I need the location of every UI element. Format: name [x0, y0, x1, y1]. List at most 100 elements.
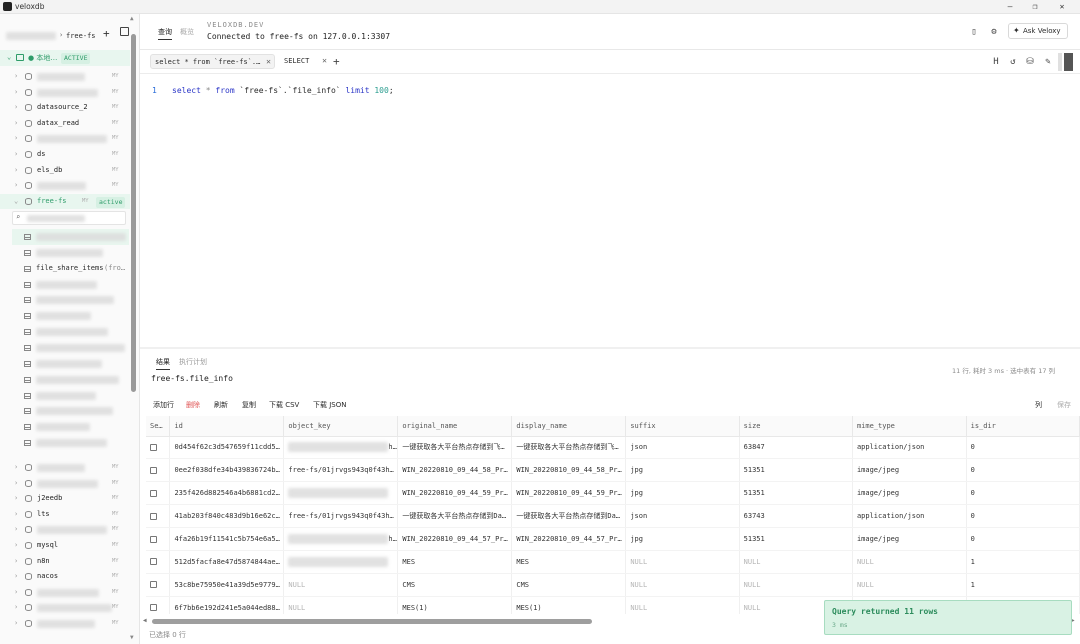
database-row[interactable]: › datax_read MY — [0, 116, 130, 132]
close-tab-icon[interactable]: ✕ — [266, 55, 271, 69]
new-tab-icon[interactable]: + — [333, 55, 340, 68]
table-cell[interactable]: MES — [511, 550, 627, 574]
table-row[interactable] — [12, 324, 129, 340]
row-checkbox[interactable] — [150, 512, 157, 520]
maximize-button[interactable]: ❐ — [1028, 1, 1042, 13]
table-cell[interactable]: 0 — [966, 436, 1080, 460]
sql-text[interactable]: select * from `free-fs`.`file_info` limi… — [172, 86, 394, 95]
table-row[interactable]: 41ab203f840c483d9b16e62c… free-fs/01jrvgs… — [146, 504, 1080, 529]
ask-veloxy-button[interactable]: ✦ Ask Veloxy — [1008, 23, 1068, 39]
table-cell[interactable] — [283, 550, 399, 574]
table-cell[interactable]: jpg — [625, 527, 740, 551]
table-cell[interactable]: WIN_20220810_09_44_57_Pr… — [397, 527, 513, 551]
database-row[interactable]: › ds MY — [0, 147, 130, 163]
table-row[interactable] — [12, 340, 129, 356]
row-select-cell[interactable] — [146, 458, 171, 483]
table-cell[interactable]: image/jpeg — [852, 527, 967, 551]
scroll-up-icon[interactable]: ▲ — [130, 15, 134, 22]
database-row[interactable]: › MY — [0, 476, 130, 492]
column-header[interactable]: suffix — [625, 416, 740, 437]
table-cell[interactable]: MES(1) — [397, 596, 513, 614]
table-cell[interactable]: 235f426d882546a4b6881cd2… — [169, 481, 285, 506]
row-checkbox[interactable] — [150, 535, 157, 543]
table-cell[interactable]: 51351 — [739, 458, 853, 483]
column-header[interactable]: size — [739, 416, 853, 437]
row-checkbox[interactable] — [150, 558, 157, 566]
table-cell[interactable]: NULL — [852, 550, 967, 574]
database-row[interactable]: › lts MY — [0, 507, 130, 523]
table-row[interactable] — [12, 356, 129, 372]
download-csv-button[interactable]: 下载 CSV — [269, 400, 299, 410]
database-icon[interactable]: ⛁ — [1024, 56, 1036, 68]
run-button[interactable] — [1064, 53, 1073, 71]
table-cell[interactable]: MES — [397, 550, 513, 574]
tab-results[interactable]: 结果 — [156, 357, 170, 370]
columns-button[interactable]: 列 — [1035, 400, 1042, 410]
table-row[interactable] — [12, 403, 129, 419]
table-cell[interactable]: 512d5facfa8e47d5874844ae… — [169, 550, 285, 574]
row-checkbox[interactable] — [150, 466, 157, 474]
row-checkbox[interactable] — [150, 489, 157, 497]
database-row[interactable]: › els_db MY — [0, 163, 130, 179]
table-cell[interactable]: free-fs/01jrvgs943q0f43h… — [283, 458, 399, 483]
table-cell[interactable]: application/json — [852, 504, 967, 529]
table-row[interactable]: 0ee2f038dfe34b439836724b… free-fs/01jrvgs… — [146, 458, 1080, 483]
column-header[interactable]: Se… — [146, 416, 171, 437]
row-select-cell[interactable] — [146, 550, 171, 574]
table-cell[interactable] — [283, 481, 399, 506]
layout-toggle-icon[interactable]: ▯ — [968, 26, 980, 38]
table-cell[interactable]: jpg — [625, 458, 740, 483]
add-row-button[interactable]: 添加行 — [153, 400, 174, 410]
table-cell[interactable]: 41ab203f840c483d9b16e62c… — [169, 504, 285, 529]
column-header[interactable]: original_name — [397, 416, 513, 437]
history-icon[interactable]: ↺ — [1007, 56, 1019, 68]
table-cell[interactable]: 6f7bb6e192d241e5a044ed88… — [169, 596, 285, 614]
database-row[interactable]: › MY — [0, 131, 130, 147]
table-cell[interactable]: NULL — [739, 550, 853, 574]
table-cell[interactable]: json — [625, 504, 740, 529]
table-cell[interactable]: 0d454f62c3d547659f11cdd5… — [169, 436, 285, 460]
database-row[interactable]: › MY — [0, 600, 130, 616]
row-select-cell[interactable] — [146, 436, 171, 460]
table-row[interactable] — [12, 419, 129, 435]
tab-query[interactable]: 查询 — [158, 27, 172, 40]
refresh-button[interactable]: 刷新 — [214, 400, 228, 410]
table-row[interactable] — [12, 435, 129, 451]
sql-editor[interactable]: 1 select * from `free-fs`.`file_info` li… — [140, 74, 1080, 346]
table-cell[interactable]: NULL — [625, 573, 740, 597]
table-cell[interactable]: 51351 — [739, 481, 853, 506]
table-cell[interactable]: jpg — [625, 481, 740, 506]
table-cell[interactable]: h… — [283, 436, 399, 460]
table-row[interactable] — [12, 292, 129, 308]
download-json-button[interactable]: 下载 JSON — [313, 400, 346, 410]
table-cell[interactable]: 0 — [966, 527, 1080, 551]
database-row[interactable]: › MY — [0, 522, 130, 538]
editor-tab-select[interactable]: SELECT ✕ — [280, 54, 330, 69]
sidebar-toggle-icon[interactable] — [120, 27, 129, 36]
database-row[interactable]: › mysql MY — [0, 538, 130, 554]
sidebar-scrollbar[interactable] — [131, 34, 136, 392]
add-connection-icon[interactable]: + — [103, 27, 110, 40]
table-cell[interactable]: image/jpeg — [852, 481, 967, 506]
database-row[interactable]: › n8n MY — [0, 554, 130, 570]
format-icon[interactable]: H — [990, 56, 1002, 68]
table-cell[interactable]: application/json — [852, 436, 967, 460]
table-cell[interactable]: 0ee2f038dfe34b439836724b… — [169, 458, 285, 483]
table-cell[interactable]: NULL — [283, 596, 399, 614]
table-cell[interactable]: CMS — [511, 573, 627, 597]
table-row[interactable]: file_share_items (fro… — [12, 261, 129, 277]
row-select-cell[interactable] — [146, 527, 171, 551]
database-row[interactable]: › MY — [0, 585, 130, 601]
table-cell[interactable]: 51351 — [739, 527, 853, 551]
row-select-cell[interactable] — [146, 596, 171, 614]
table-cell[interactable]: json — [625, 436, 740, 460]
plugin-icon[interactable]: ✎ — [1042, 56, 1054, 68]
delete-button[interactable]: 删除 — [186, 400, 200, 410]
row-checkbox[interactable] — [150, 443, 157, 451]
table-cell[interactable]: 63847 — [739, 436, 853, 460]
database-row[interactable]: › datasource_2 MY — [0, 100, 130, 116]
close-tab-icon[interactable]: ✕ — [322, 54, 327, 68]
save-button[interactable]: 保存 — [1057, 400, 1071, 410]
table-cell[interactable]: NULL — [625, 550, 740, 574]
column-header[interactable]: id — [169, 416, 285, 437]
